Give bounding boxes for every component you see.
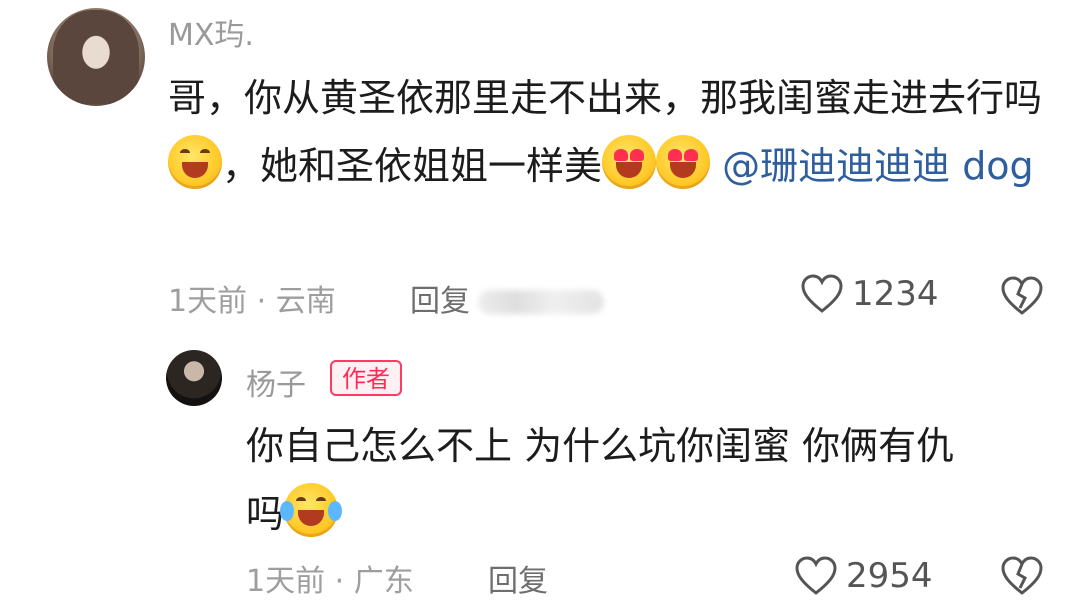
avatar-image [53, 10, 139, 104]
wink-laugh-emoji [168, 135, 222, 189]
author-badge: 作者 [330, 360, 402, 396]
heart-icon [795, 556, 837, 595]
broken-heart-icon [1001, 276, 1043, 315]
comment-meta: 1天前 · 云南 [168, 276, 336, 320]
reply-text-line-2: 吗 [246, 480, 1046, 548]
heart-eyes-emoji [602, 135, 657, 189]
heart-icon [801, 274, 843, 313]
author-avatar[interactable] [166, 350, 222, 406]
dislike-button[interactable] [1000, 276, 1044, 320]
reply-button[interactable]: 回复 [488, 556, 548, 600]
comment-text-part: ，她和圣依姐姐一样美 [222, 144, 603, 188]
like-count: 1234 [852, 274, 939, 314]
broken-heart-icon [1001, 556, 1043, 595]
like-count: 2954 [846, 556, 933, 596]
reply-text-line: 你自己怎么不上 为什么坑你闺蜜 你俩有仇 [246, 424, 955, 468]
reply-button[interactable]: 回复 [410, 276, 470, 320]
comment-time: 1天前 [168, 284, 248, 319]
reply-text-part: 吗 [246, 492, 285, 536]
comment-thread: MX玙. 哥，你从黄圣依那里走不出来，那我闺蜜走进去行吗 ，她和圣依姐姐一样美 @… [0, 0, 1080, 607]
like-button[interactable]: 1234 [800, 274, 939, 314]
blurred-overlay [478, 290, 604, 314]
heart-eyes-emoji [656, 135, 711, 189]
comment-text-part: 哥，你从黄圣依那里走不出来，那我闺蜜走进去行吗 [168, 76, 1043, 120]
dislike-button[interactable] [1000, 556, 1044, 600]
reply-meta: 1天前 · 广东 [246, 556, 414, 600]
reply-username[interactable]: 杨子 [246, 360, 306, 404]
comment-username[interactable]: MX玙. [168, 10, 254, 54]
reply-location: 广东 [353, 564, 414, 599]
like-button[interactable]: 2954 [794, 556, 933, 596]
reply-time: 1天前 [246, 564, 326, 599]
comment-location: 云南 [275, 284, 336, 319]
reply-text: 你自己怎么不上 为什么坑你闺蜜 你俩有仇 吗 [246, 412, 1046, 548]
laugh-tears-emoji [280, 483, 343, 537]
meta-separator: · [256, 284, 267, 319]
comment-text: 哥，你从黄圣依那里走不出来，那我闺蜜走进去行吗 ，她和圣依姐姐一样美 @珊迪迪迪迪… [168, 64, 1048, 200]
meta-separator: · [334, 564, 345, 599]
mention-link[interactable]: @珊迪迪迪迪 dog [722, 144, 1034, 188]
user-avatar[interactable] [47, 8, 145, 106]
